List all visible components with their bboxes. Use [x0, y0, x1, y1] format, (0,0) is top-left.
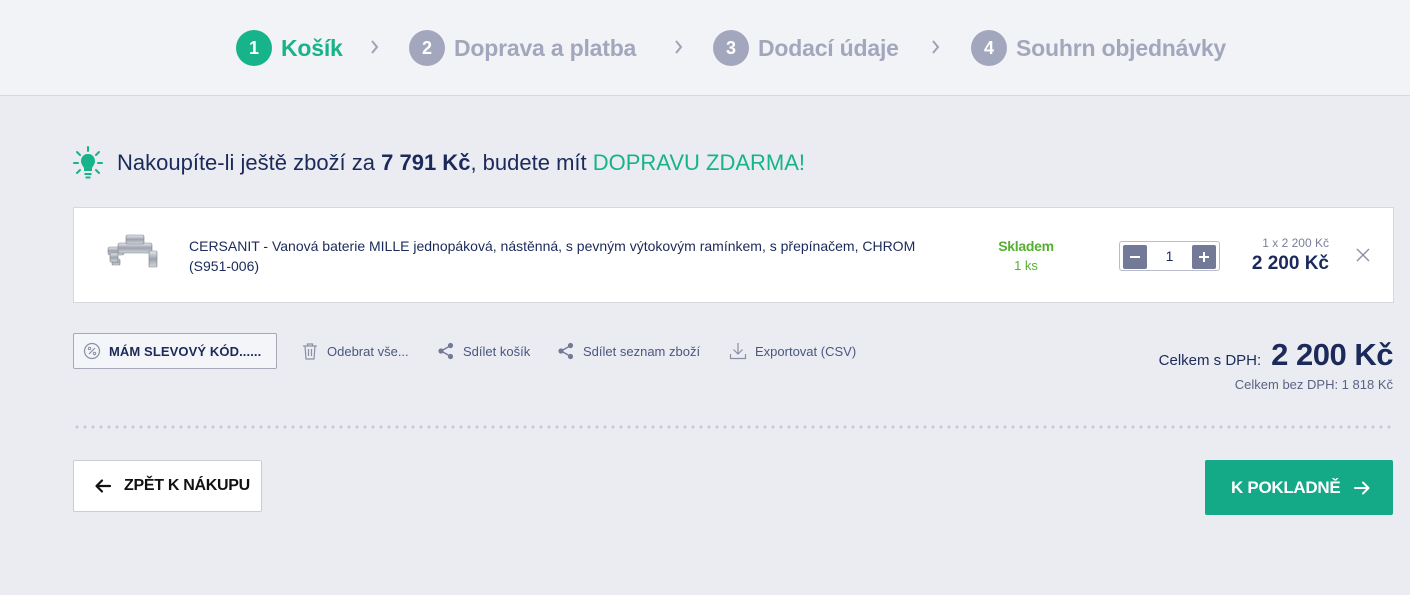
total-with-vat-label: Celkem s DPH:	[1158, 352, 1262, 369]
coupon-code-button[interactable]: MÁM SLEVOVÝ KÓD......	[73, 333, 277, 369]
stock-status: Skladem	[998, 238, 1054, 254]
checkout-label: K POKLADNĚ	[1231, 477, 1341, 497]
unit-price: 1 x 2 200 Kč	[1262, 236, 1329, 250]
close-icon[interactable]	[1355, 247, 1371, 263]
item-total-price: 2 200 Kč	[1251, 253, 1329, 274]
step-label: Košík	[281, 34, 343, 61]
step-label: Souhrn objednávky	[1016, 34, 1227, 61]
share-cart-link[interactable]: Sdílet košík	[437, 340, 530, 362]
increase-quantity-button[interactable]	[1192, 245, 1216, 269]
arrow-left-icon	[95, 479, 112, 493]
product-name[interactable]: CERSANIT - Vanová baterie MILLE jednopák…	[189, 236, 919, 276]
chevron-right-icon	[371, 40, 379, 54]
promo-amount: 7 791 Kč	[381, 150, 471, 175]
discount-icon	[83, 342, 101, 360]
promo-prefix: Nakoupíte-li ještě zboží za	[117, 150, 382, 175]
step-number: 2	[409, 30, 445, 66]
chevron-right-icon	[675, 40, 683, 54]
cart-item: CERSANIT - Vanová baterie MILLE jednopák…	[73, 207, 1394, 303]
chevron-right-icon	[932, 40, 940, 54]
free-shipping-banner: Nakoupíte-li ještě zboží za 7 791 Kč, bu…	[73, 146, 805, 180]
checkout-button[interactable]: K POKLADNĚ	[1205, 460, 1393, 515]
remove-all-link[interactable]: Odebrat vše...	[301, 340, 409, 362]
trash-icon	[303, 343, 317, 360]
free-shipping-text: Nakoupíte-li ještě zboží za 7 791 Kč, bu…	[117, 150, 805, 176]
export-csv-link[interactable]: Exportovat (CSV)	[729, 340, 856, 362]
step-cart[interactable]: 1 Košík	[236, 30, 343, 66]
checkout-steps: 1 Košík 2 Doprava a platba 3 Dodací údaj…	[0, 0, 1410, 96]
quantity-stepper	[1119, 241, 1220, 271]
remove-all-label: Odebrat vše...	[327, 343, 409, 359]
product-image[interactable]	[102, 233, 162, 275]
item-price: 1 x 2 200 Kč 2 200 Kč	[1252, 235, 1329, 277]
cart-totals: Celkem s DPH: 2 200 Kč Celkem bez DPH: 1…	[1158, 337, 1394, 392]
step-number: 4	[971, 30, 1007, 66]
step-number: 1	[236, 30, 272, 66]
total-with-vat: 2 200 Kč	[1271, 337, 1393, 372]
share-cart-label: Sdílet košík	[463, 343, 531, 359]
total-without-vat: Celkem bez DPH: 1 818 Kč	[1234, 377, 1393, 392]
step-shipping-payment[interactable]: 2 Doprava a platba	[409, 30, 636, 66]
share-product-list-link[interactable]: Sdílet seznam zboží	[557, 340, 700, 362]
step-label: Dodací údaje	[758, 34, 899, 61]
download-icon	[729, 343, 747, 360]
decrease-quantity-button[interactable]	[1123, 245, 1147, 269]
export-csv-label: Exportovat (CSV)	[755, 343, 857, 359]
share-product-list-label: Sdílet seznam zboží	[583, 343, 701, 359]
back-to-shopping-button[interactable]: ZPĚT K NÁKUPU	[73, 460, 262, 512]
arrow-right-icon	[1354, 481, 1370, 494]
step-order-summary[interactable]: 4 Souhrn objednávky	[971, 30, 1226, 66]
back-to-shopping-label: ZPĚT K NÁKUPU	[124, 477, 250, 494]
stock-count: 1 ks	[1014, 258, 1038, 273]
share-icon	[558, 342, 574, 360]
dotted-divider	[73, 425, 1394, 429]
quantity-input[interactable]	[1150, 242, 1189, 270]
promo-highlight: DOPRAVU ZDARMA!	[592, 150, 806, 175]
step-label: Doprava a platba	[454, 34, 637, 61]
plus-icon	[1199, 252, 1209, 262]
step-delivery-details[interactable]: 3 Dodací údaje	[713, 30, 899, 66]
minus-icon	[1130, 256, 1140, 258]
lightbulb-icon	[73, 146, 103, 179]
stock-info: Skladem 1 ks	[986, 237, 1066, 276]
promo-middle: , budete mít	[470, 150, 593, 175]
step-number: 3	[713, 30, 749, 66]
coupon-code-label: MÁM SLEVOVÝ KÓD......	[109, 343, 262, 359]
share-icon	[438, 342, 454, 360]
